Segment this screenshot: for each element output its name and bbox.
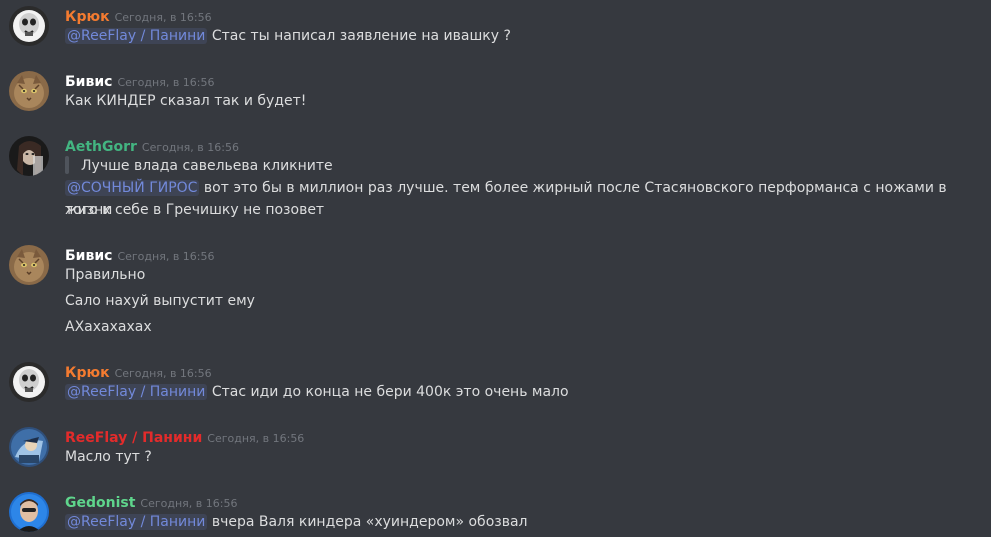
- message-text: Правильно: [65, 267, 146, 283]
- message-text: АХахахахах: [65, 319, 152, 335]
- cat-avatar-icon[interactable]: [9, 245, 49, 285]
- message-content: Как КИНДЕР сказал так и будет!: [65, 90, 961, 112]
- username[interactable]: Крюк: [65, 9, 110, 25]
- dark-portrait-avatar-icon[interactable]: [9, 136, 49, 176]
- message-header: Крюк Сегодня, в 16:56: [65, 362, 212, 381]
- message-header: Бивис Сегодня, в 16:56: [65, 71, 215, 90]
- message-header: Gedonist Сегодня, в 16:56: [65, 492, 237, 511]
- message-header: AethGorr Сегодня, в 16:56: [65, 136, 239, 155]
- user-mention[interactable]: @СОЧНЫЙ ГИРОС: [65, 180, 200, 196]
- message-content: АХахахахах: [65, 316, 961, 338]
- timestamp: Сегодня, в 16:56: [114, 11, 212, 24]
- message-content: @ReeFlay / Панини Стас ты написал заявле…: [65, 25, 961, 47]
- message-text: Стас иди до конца не бери 400к это очень…: [211, 384, 569, 400]
- message-content: @ReeFlay / Панини вчера Валя киндера «ху…: [65, 511, 961, 533]
- message-content: Сало нахуй выпустит ему: [65, 290, 961, 312]
- user-mention[interactable]: @ReeFlay / Панини: [65, 384, 208, 400]
- username[interactable]: Крюк: [65, 365, 110, 381]
- username[interactable]: ReeFlay / Панини: [65, 430, 202, 446]
- message-text: вчера Валя киндера «хуиндером» обозвал: [211, 514, 528, 530]
- username[interactable]: Gedonist: [65, 495, 135, 511]
- username[interactable]: Бивис: [65, 74, 112, 90]
- message-header: Бивис Сегодня, в 16:56: [65, 245, 215, 264]
- skull-avatar-icon[interactable]: [9, 6, 49, 46]
- cat-avatar-icon[interactable]: [9, 71, 49, 111]
- message-header: ReeFlay / Панини Сегодня, в 16:56: [65, 427, 304, 446]
- user-mention[interactable]: @ReeFlay / Панини: [65, 28, 208, 44]
- username[interactable]: Бивис: [65, 248, 112, 264]
- message-content: @ReeFlay / Панини Стас иди до конца не б…: [65, 381, 961, 403]
- skull-avatar-icon[interactable]: [9, 362, 49, 402]
- quote-bar: [65, 156, 69, 174]
- message-content: того к себе в Гречишку не позовет: [65, 199, 961, 221]
- message-text: того к себе в Гречишку не позовет: [65, 202, 325, 218]
- blue-character-avatar-icon[interactable]: [9, 427, 49, 467]
- username[interactable]: AethGorr: [65, 139, 137, 155]
- block-quote: Лучше влада савельева кликните: [65, 155, 333, 177]
- timestamp: Сегодня, в 16:56: [114, 367, 212, 380]
- message-content: Правильно: [65, 264, 961, 286]
- message-header: Крюк Сегодня, в 16:56: [65, 6, 212, 25]
- quote-text: Лучше влада савельева кликните: [81, 158, 333, 174]
- timestamp: Сегодня, в 16:56: [117, 76, 215, 89]
- timestamp: Сегодня, в 16:56: [117, 250, 215, 263]
- timestamp: Сегодня, в 16:56: [207, 432, 305, 445]
- man-portrait-avatar-icon[interactable]: [9, 492, 49, 532]
- message-text: Масло тут ?: [65, 449, 152, 465]
- message-text: Стас ты написал заявление на ивашку ?: [211, 28, 511, 44]
- message-content: Масло тут ?: [65, 446, 961, 468]
- timestamp: Сегодня, в 16:56: [141, 141, 239, 154]
- chat-message-list[interactable]: Крюк Сегодня, в 16:56 @ReeFlay / Панини С…: [0, 0, 991, 537]
- timestamp: Сегодня, в 16:56: [140, 497, 238, 510]
- message-text: Сало нахуй выпустит ему: [65, 293, 255, 309]
- user-mention[interactable]: @ReeFlay / Панини: [65, 514, 208, 530]
- message-text: Как КИНДЕР сказал так и будет!: [65, 93, 307, 109]
